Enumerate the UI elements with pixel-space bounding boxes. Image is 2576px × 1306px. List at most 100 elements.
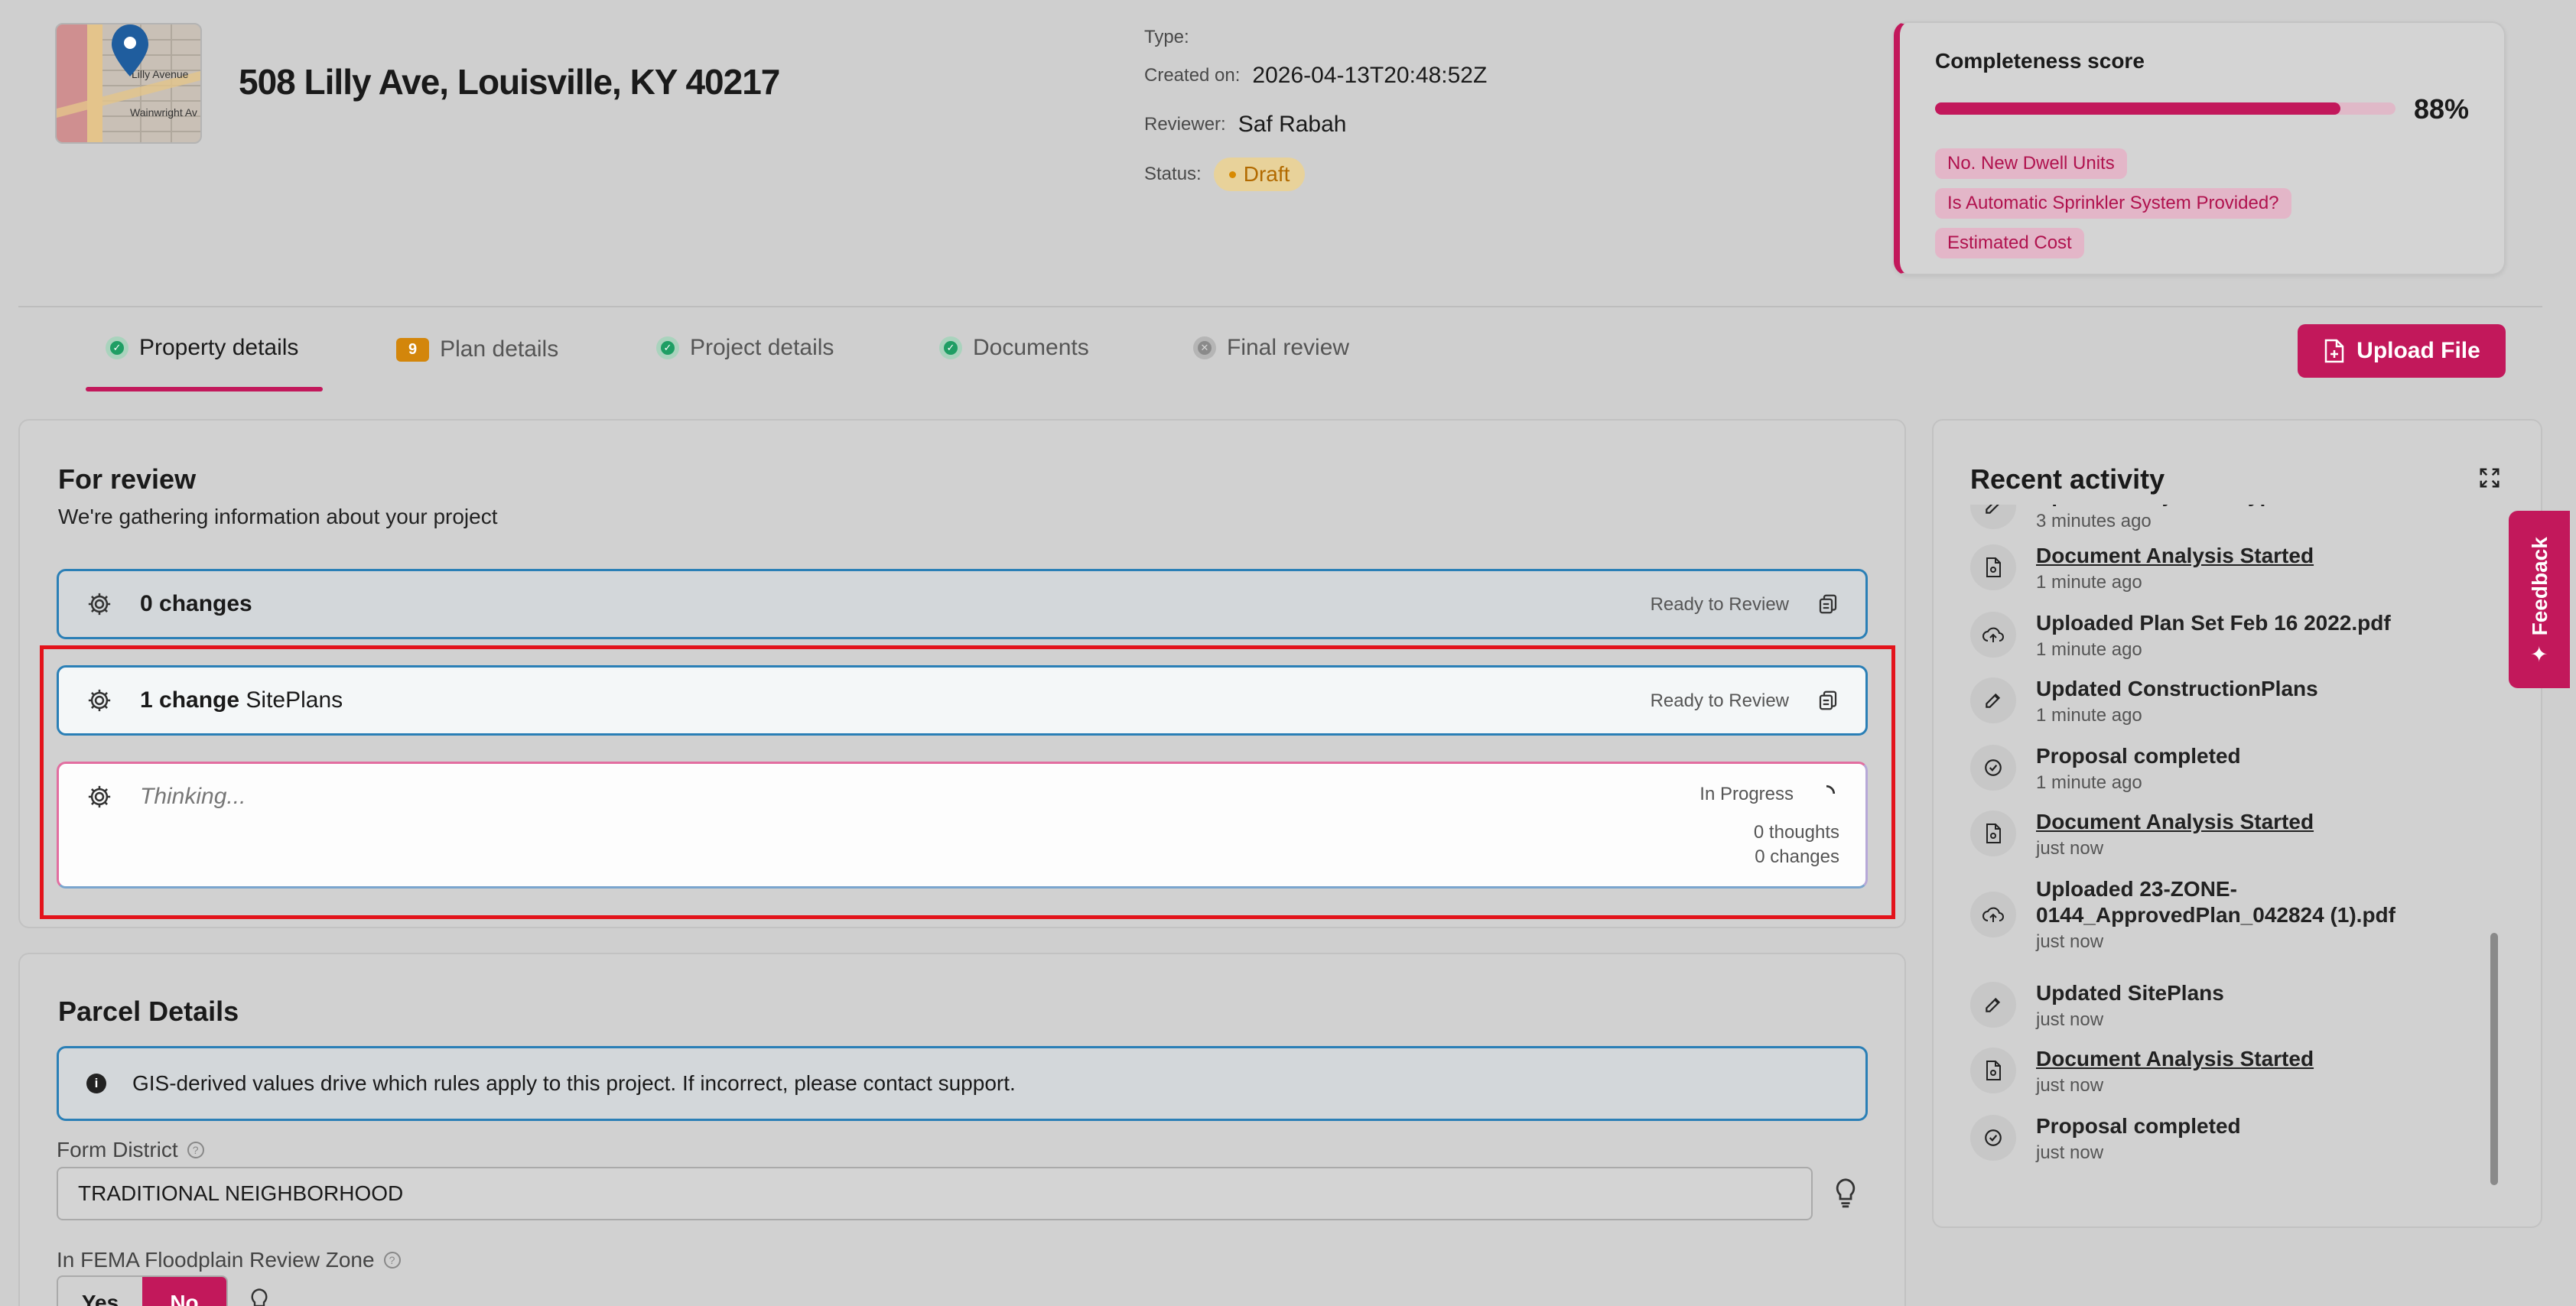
for-review-title: For review: [58, 463, 197, 495]
floodplain-toggle[interactable]: Yes No: [57, 1275, 228, 1306]
tab-final-review[interactable]: ✕ Final review: [1193, 335, 1349, 361]
edit-icon: [1970, 677, 2016, 723]
lightbulb-icon[interactable]: [1833, 1178, 1859, 1210]
lightbulb-icon[interactable]: [248, 1288, 271, 1306]
activity-time: 1 minute ago: [2036, 639, 2142, 660]
activity-title: Updated ConstructionPlans: [2036, 677, 2318, 700]
highlight-box: [40, 645, 1895, 919]
copy-icon[interactable]: [1817, 593, 1839, 616]
check-circle-icon: ✓: [106, 336, 128, 359]
toggle-yes[interactable]: Yes: [58, 1277, 142, 1306]
meta-type: Type:: [1144, 23, 1189, 49]
for-review-subtitle: We're gathering information about your p…: [58, 505, 498, 528]
change-count: 0 changes: [140, 591, 252, 616]
score-percent: 88%: [2414, 93, 2470, 125]
tab-project-details[interactable]: ✓ Project details: [656, 335, 834, 361]
activity-time: 1 minute ago: [2036, 772, 2142, 793]
feedback-label: Feedback: [2527, 536, 2552, 635]
activity-time: 3 minutes ago: [2036, 511, 2152, 531]
activity-time: 1 minute ago: [2036, 572, 2142, 593]
activity-time: just now: [2036, 931, 2104, 952]
score-title: Completeness score: [1935, 49, 2145, 73]
review-item-label: 0 changes: [140, 591, 252, 617]
meta-status: Status: Draft: [1144, 158, 1306, 191]
activity-title: Uploaded 23-ZONE-0144_ApprovedPlan_04282…: [2036, 877, 2395, 927]
document-icon: [1970, 811, 2016, 856]
upload-file-label: Upload File: [2356, 338, 2480, 363]
tab-plan-details[interactable]: 9 Plan details: [396, 336, 558, 362]
activity-title[interactable]: Document Analysis Started: [2036, 809, 2464, 835]
help-icon[interactable]: ?: [187, 1142, 204, 1158]
help-icon[interactable]: ?: [383, 1252, 401, 1269]
missing-field-chip[interactable]: No. New Dwell Units: [1935, 148, 2127, 179]
property-address: 508 Lilly Ave, Louisville, KY 40217: [239, 62, 780, 102]
x-circle-icon: ✕: [1193, 336, 1216, 359]
expand-icon[interactable]: [2478, 466, 2501, 489]
recent-activity-title: Recent activity: [1970, 463, 2165, 495]
tab-property-details[interactable]: ✓ Property details: [106, 335, 298, 361]
activity-title: Updated SitePlans: [2036, 981, 2224, 1005]
tab-label: Documents: [973, 335, 1089, 360]
activity-list: Updated ProjectSubtype 3 minutes ago Docum…: [1970, 505, 2498, 1185]
missing-field-chip[interactable]: Is Automatic Sprinkler System Provided?: [1935, 188, 2291, 219]
score-progress-bar: [1935, 102, 2395, 115]
score-progress-fill: [1935, 102, 2340, 115]
document-icon: [1970, 544, 2016, 590]
status-value: Draft: [1243, 162, 1290, 186]
type-label: Type:: [1144, 27, 1189, 47]
plan-details-count-badge: 9: [396, 337, 430, 362]
gis-info-banner: i GIS-derived values drive which rules a…: [57, 1046, 1868, 1121]
form-district-field[interactable]: TRADITIONAL NEIGHBORHOOD: [57, 1167, 1813, 1220]
feedback-tab[interactable]: ✦ Feedback: [2509, 511, 2570, 688]
review-item[interactable]: 0 changes Ready to Review: [57, 569, 1868, 639]
tab-label: Plan details: [440, 336, 559, 362]
upload-file-button[interactable]: Upload File: [2298, 324, 2506, 378]
cloud-upload-icon: [1970, 892, 2016, 937]
meta-reviewer: Reviewer: Saf Rabah: [1144, 112, 1346, 138]
form-district-label: Form District ?: [57, 1138, 204, 1162]
status-label: Status:: [1144, 164, 1202, 184]
toggle-no[interactable]: No: [142, 1277, 226, 1306]
floodplain-label-text: In FEMA Floodplain Review Zone: [57, 1248, 375, 1272]
check-circle-icon: [1970, 745, 2016, 791]
check-circle-icon: ✓: [656, 336, 679, 359]
gis-info-text: GIS-derived values drive which rules app…: [132, 1071, 1016, 1095]
meta-created: Created on: 2026-04-13T20:48:52Z: [1144, 63, 1487, 89]
activity-title: Proposal completed: [2036, 1114, 2241, 1138]
tab-documents[interactable]: ✓ Documents: [939, 335, 1089, 361]
activity-time: 1 minute ago: [2036, 705, 2142, 726]
tab-label: Property details: [139, 335, 299, 360]
gear-icon: [88, 593, 111, 616]
floodplain-label: In FEMA Floodplain Review Zone ?: [57, 1248, 401, 1272]
reviewer-label: Reviewer:: [1144, 114, 1226, 135]
status-badge: Draft: [1213, 158, 1306, 191]
activity-title[interactable]: Document Analysis Started: [2036, 1046, 2464, 1072]
check-circle-icon: [1970, 1115, 2016, 1161]
activity-time: just now: [2036, 1142, 2104, 1163]
active-tab-indicator: [86, 387, 323, 391]
missing-fields-list: No. New Dwell Units Is Automatic Sprinkl…: [1935, 148, 2291, 258]
activity-title[interactable]: Document Analysis Started: [2036, 543, 2464, 569]
activity-title: Updated ProjectSubtype: [2036, 505, 2464, 508]
document-icon: [1970, 1048, 2016, 1093]
property-map-thumbnail: Lilly Avenue Wainwright Av: [55, 23, 202, 144]
edit-icon: [1970, 982, 2016, 1028]
activity-scrollbar[interactable]: [2490, 933, 2498, 1185]
reviewer-value: Saf Rabah: [1238, 112, 1347, 137]
form-district-value: TRADITIONAL NEIGHBORHOOD: [78, 1181, 404, 1205]
created-label: Created on:: [1144, 65, 1241, 86]
activity-title: Proposal completed: [2036, 744, 2241, 768]
check-circle-icon: ✓: [939, 336, 962, 359]
created-value: 2026-04-13T20:48:52Z: [1252, 63, 1488, 88]
tab-label: Project details: [690, 335, 834, 360]
map-street-label: Lilly Avenue: [132, 68, 189, 80]
missing-field-chip[interactable]: Estimated Cost: [1935, 228, 2084, 258]
activity-title: Uploaded Plan Set Feb 16 2022.pdf: [2036, 611, 2391, 635]
sparkle-icon: ✦: [2527, 644, 2552, 663]
tab-label: Final review: [1227, 335, 1350, 360]
cloud-upload-icon: [1970, 612, 2016, 658]
form-district-label-text: Form District: [57, 1138, 178, 1161]
file-plus-icon: [2324, 339, 2344, 363]
edit-icon: [1970, 505, 2016, 529]
status-dot-icon: [1228, 171, 1236, 178]
